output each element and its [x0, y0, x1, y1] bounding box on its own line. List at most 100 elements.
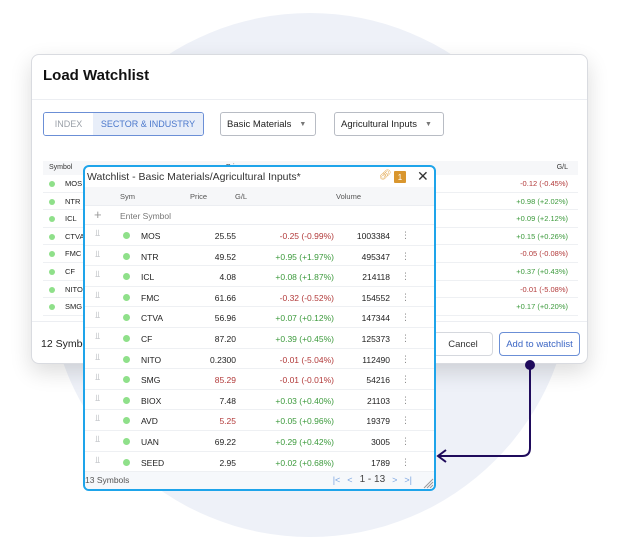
watchlist-row[interactable]: ⫫ SMG 85.29 -0.01 (-0.01%) 54216 ⋮ — [85, 369, 434, 390]
watchlist-symbol-count: 13 Symbols — [85, 475, 130, 485]
more-options-icon[interactable]: ⋮ — [401, 292, 410, 303]
status-dot-icon — [49, 268, 55, 275]
header-gl: G/L — [556, 164, 568, 171]
more-options-icon[interactable]: ⋮ — [401, 415, 410, 426]
row-symbol: SEED — [141, 457, 165, 468]
add-to-watchlist-button[interactable]: Add to watchlist — [499, 332, 580, 356]
status-dot-icon — [49, 216, 55, 223]
row-gl: +0.17 (+0.20%) — [516, 302, 568, 312]
row-gl: +0.08 (+1.87%) — [275, 272, 334, 283]
row-symbol: CTVA — [141, 313, 164, 324]
row-gl: -0.01 (-0.01%) — [279, 375, 334, 386]
watchlist-row[interactable]: ⫫ CF 87.20 +0.39 (+0.45%) 125373 ⋮ — [85, 328, 434, 349]
cancel-button[interactable]: Cancel — [433, 332, 493, 356]
row-price: 85.29 — [214, 375, 236, 386]
pin-icon[interactable]: ⫫ — [95, 269, 100, 280]
row-symbol: MOS — [65, 179, 83, 188]
watchlist-row[interactable]: ⫫ NITO 0.2300 -0.01 (-5.04%) 112490 ⋮ — [85, 349, 434, 370]
more-options-icon[interactable]: ⋮ — [401, 271, 410, 282]
more-options-icon[interactable]: ⋮ — [401, 436, 410, 447]
status-dot-icon — [49, 304, 55, 311]
more-options-icon[interactable]: ⋮ — [401, 251, 410, 262]
link-group-badge[interactable]: 1 — [394, 171, 406, 183]
row-symbol: NTR — [65, 196, 81, 206]
watchlist-row[interactable]: ⫫ ICL 4.08 +0.08 (+1.87%) 214118 ⋮ — [85, 266, 434, 287]
status-dot-icon — [49, 198, 55, 205]
row-symbol: NITO — [141, 354, 162, 365]
row-symbol: UAN — [141, 436, 159, 447]
close-icon[interactable]: ✕ — [417, 168, 429, 185]
status-dot-icon — [123, 232, 130, 239]
more-options-icon[interactable]: ⋮ — [401, 374, 410, 385]
more-options-icon[interactable]: ⋮ — [401, 395, 410, 406]
row-symbol: NITO — [65, 284, 83, 294]
link-icon[interactable]: 🔗︎ — [379, 170, 392, 181]
watchlist-row[interactable]: ⫫ NTR 49.52 +0.95 (+1.97%) 495347 ⋮ — [85, 246, 434, 267]
watchlist-row[interactable]: ⫫ UAN 69.22 +0.29 (+0.42%) 3005 ⋮ — [85, 431, 434, 452]
more-options-icon[interactable]: ⋮ — [401, 333, 410, 344]
plus-icon[interactable]: + — [94, 207, 102, 222]
enter-symbol-row[interactable]: + Enter Symbol — [85, 206, 434, 225]
sector-select[interactable]: Basic Materials ▼ — [220, 112, 316, 136]
pin-icon[interactable]: ⫫ — [95, 249, 100, 260]
pin-icon[interactable]: ⫫ — [95, 290, 100, 301]
row-gl: -0.25 (-0.99%) — [279, 231, 334, 241]
segment-sector-industry[interactable]: SECTOR & INDUSTRY — [93, 113, 203, 135]
watchlist-row[interactable]: ⫫ AVD 5.25 +0.05 (+0.96%) 19379 ⋮ — [85, 410, 434, 431]
more-options-icon[interactable]: ⋮ — [401, 354, 410, 365]
column-price[interactable]: Price — [190, 192, 207, 201]
pin-icon[interactable]: ⫫ — [95, 372, 100, 383]
pin-icon[interactable]: ⫫ — [95, 228, 100, 239]
row-symbol: SMG — [65, 302, 83, 312]
pager: |< < 1 - 13 > >| — [333, 474, 412, 485]
row-gl: -0.01 (-5.08%) — [520, 284, 568, 294]
status-dot-icon — [123, 417, 130, 425]
watchlist-footer: 13 Symbols |< < 1 - 13 > >| — [85, 472, 434, 489]
pin-icon[interactable]: ⫫ — [95, 331, 100, 342]
row-volume: 154552 — [361, 292, 390, 303]
more-options-icon[interactable]: ⋮ — [401, 230, 410, 241]
prev-page-icon[interactable]: < — [347, 475, 352, 485]
segment-index[interactable]: INDEX — [44, 113, 93, 135]
row-gl: +0.37 (+0.43%) — [516, 266, 568, 276]
sector-select-value: Basic Materials — [227, 118, 292, 130]
watchlist-row[interactable]: ⫫ FMC 61.66 -0.32 (-0.52%) 154552 ⋮ — [85, 287, 434, 308]
column-sym[interactable]: Sym — [120, 192, 135, 201]
industry-select[interactable]: Agricultural Inputs ▼ — [334, 112, 444, 136]
row-price: 0.2300 — [210, 354, 236, 365]
first-page-icon[interactable]: |< — [333, 475, 341, 485]
column-volume[interactable]: Volume — [336, 192, 361, 201]
watchlist-row[interactable]: ⫫ SEED 2.95 +0.02 (+0.68%) 1789 ⋮ — [85, 452, 434, 473]
row-gl: +0.03 (+0.40%) — [275, 395, 334, 406]
pin-icon[interactable]: ⫫ — [95, 393, 100, 404]
last-page-icon[interactable]: >| — [404, 475, 412, 485]
row-volume: 21103 — [366, 395, 390, 406]
pin-icon[interactable]: ⫫ — [95, 434, 100, 445]
row-price: 49.52 — [214, 251, 236, 262]
watchlist-row[interactable]: ⫫ BIOX 7.48 +0.03 (+0.40%) 21103 ⋮ — [85, 390, 434, 411]
more-options-icon[interactable]: ⋮ — [401, 457, 410, 468]
pin-icon[interactable]: ⫫ — [95, 413, 100, 424]
enter-symbol-input[interactable]: Enter Symbol — [120, 211, 171, 221]
next-page-icon[interactable]: > — [392, 475, 397, 485]
row-gl: +0.29 (+0.42%) — [275, 436, 334, 447]
watchlist-panel: Watchlist - Basic Materials/Agricultural… — [83, 165, 436, 491]
header-symbol: Symbol — [49, 164, 73, 171]
row-symbol: MOS — [141, 231, 161, 241]
row-gl: -0.32 (-0.52%) — [279, 292, 334, 303]
pin-icon[interactable]: ⫫ — [95, 352, 100, 363]
pin-icon[interactable]: ⫫ — [95, 310, 100, 321]
row-volume: 3005 — [371, 436, 390, 447]
row-volume: 1789 — [371, 457, 390, 468]
row-price: 69.22 — [214, 436, 236, 447]
more-options-icon[interactable]: ⋮ — [401, 312, 410, 323]
column-gl[interactable]: G/L — [235, 192, 247, 201]
row-symbol: FMC — [141, 292, 160, 303]
pin-icon[interactable]: ⫫ — [95, 455, 100, 466]
watchlist-row[interactable]: ⫫ CTVA 56.96 +0.07 (+0.12%) 147344 ⋮ — [85, 307, 434, 328]
status-dot-icon — [49, 251, 55, 258]
watchlist-row[interactable]: ⫫ MOS 25.55 -0.25 (-0.99%) 1003384 ⋮ — [85, 225, 434, 246]
status-dot-icon — [49, 233, 55, 240]
resize-handle-icon[interactable] — [422, 477, 434, 489]
divider — [32, 99, 587, 100]
